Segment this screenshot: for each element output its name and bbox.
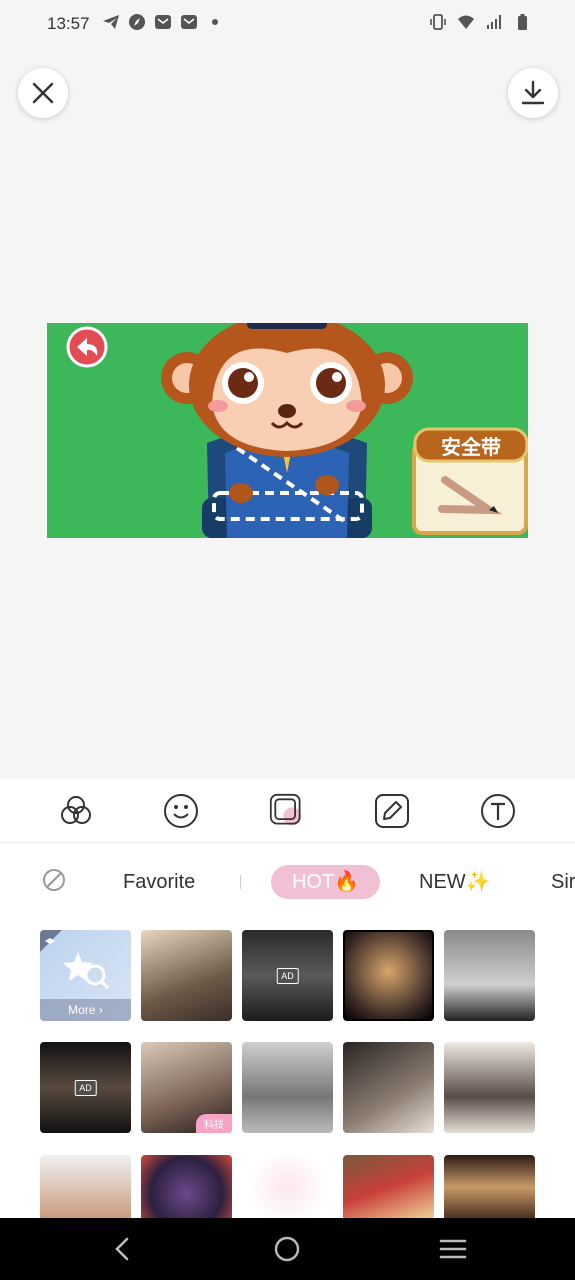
status-left-icons: [102, 13, 224, 31]
more-label: More ›: [40, 999, 131, 1021]
tab-new[interactable]: NEW✨: [419, 865, 491, 899]
effect-tile[interactable]: 科技: [141, 1042, 232, 1133]
sticker-tool[interactable]: [163, 793, 199, 829]
effect-tile[interactable]: [242, 1042, 333, 1133]
vibrate-icon: [430, 14, 446, 30]
effect-tile[interactable]: [242, 1155, 333, 1219]
tab-hot[interactable]: HOT🔥: [271, 865, 380, 899]
filter-icon: [61, 796, 91, 824]
star-search-icon: [40, 930, 110, 990]
filter-tool[interactable]: [58, 793, 94, 829]
signal-icon: [487, 15, 501, 29]
dot-icon: [212, 19, 218, 25]
edit-icon: [375, 794, 409, 828]
status-bar: 13:57: [0, 0, 575, 48]
tag-label: 科技: [196, 1114, 232, 1133]
effect-tile[interactable]: [40, 1155, 131, 1219]
effect-tile[interactable]: [343, 930, 434, 1021]
download-icon: [521, 80, 545, 105]
text-icon: [481, 794, 515, 828]
preview-image: 安全带: [47, 323, 528, 538]
wifi-icon: [458, 15, 474, 29]
effect-tile[interactable]: [343, 1155, 434, 1219]
effect-tile[interactable]: AD: [242, 930, 333, 1021]
editor-toolbar: [0, 779, 575, 843]
more-effects-tile[interactable]: More ›: [40, 930, 131, 1021]
frame-tool[interactable]: [269, 793, 305, 829]
no-effect-icon: [43, 869, 65, 891]
tab-separator: [240, 875, 241, 889]
ad-badge: AD: [276, 967, 299, 984]
battery-icon: [518, 14, 527, 30]
back-icon[interactable]: [110, 1236, 134, 1262]
tab-sir[interactable]: Sir: [551, 865, 575, 899]
close-icon: [32, 82, 54, 104]
mail-icon: [181, 15, 197, 29]
download-button[interactable]: [508, 68, 558, 118]
category-tabs: Favorite HOT🔥 NEW✨ Sir: [0, 863, 575, 903]
ad-badge: AD: [74, 1079, 97, 1096]
frame-icon: [269, 793, 302, 826]
compass-icon: [129, 14, 145, 30]
mail-icon: [155, 15, 171, 29]
effect-tile[interactable]: [141, 1155, 232, 1219]
effect-tile[interactable]: [444, 930, 535, 1021]
telegram-icon: [103, 15, 119, 29]
effect-tile[interactable]: [141, 930, 232, 1021]
no-effect-button[interactable]: [42, 868, 66, 902]
status-right-icons: [429, 13, 531, 31]
image-back-icon: [66, 326, 108, 368]
system-nav-bar: [0, 1218, 575, 1280]
effect-tile[interactable]: [343, 1042, 434, 1133]
edit-tool[interactable]: [374, 793, 410, 829]
sticker-icon: [164, 794, 198, 828]
effect-tile[interactable]: [444, 1042, 535, 1133]
effect-tile[interactable]: AD: [40, 1042, 131, 1133]
text-tool[interactable]: [480, 793, 516, 829]
tab-favorite[interactable]: Favorite: [123, 865, 195, 899]
status-time: 13:57: [47, 14, 90, 33]
home-icon[interactable]: [274, 1236, 300, 1262]
effect-tile[interactable]: [444, 1155, 535, 1219]
seatbelt-sign-text: 安全带: [441, 435, 501, 459]
close-button[interactable]: [18, 68, 68, 118]
menu-icon[interactable]: [439, 1238, 467, 1260]
effects-panel: Favorite HOT🔥 NEW✨ Sir More › AD AD 科技: [0, 779, 575, 1219]
